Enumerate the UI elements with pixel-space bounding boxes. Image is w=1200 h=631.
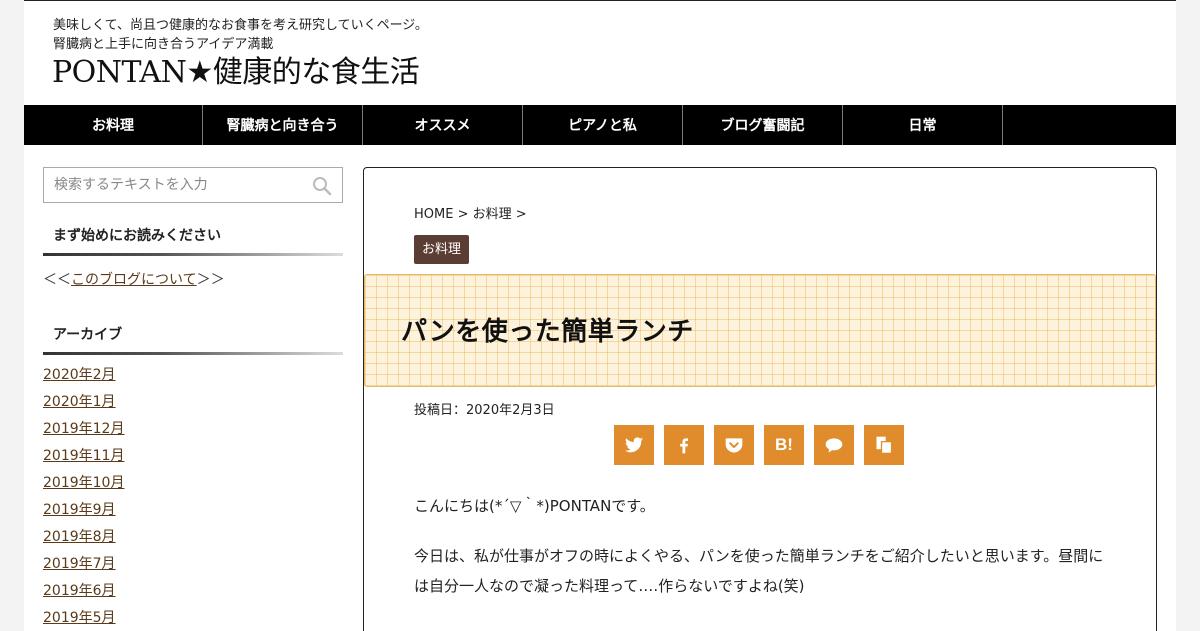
share-hatena-button[interactable]: B!	[764, 425, 804, 465]
facebook-icon	[680, 438, 688, 454]
search-box	[43, 167, 343, 203]
archive-item: 2019年8月	[43, 527, 124, 554]
twitter-icon	[624, 437, 644, 453]
breadcrumb-separator: >	[453, 207, 473, 222]
widget-title-read-first: まず始めにお読みください	[53, 228, 221, 244]
pocket-icon	[725, 438, 743, 453]
archive-item: 2019年10月	[43, 473, 124, 500]
hatena-icon: B!	[775, 435, 793, 454]
about-blog-link[interactable]: このブログについて	[71, 272, 197, 288]
archive-item: 2019年6月	[43, 581, 124, 608]
archive-item: 2019年7月	[43, 554, 124, 581]
about-prefix: ＜＜	[43, 272, 71, 288]
nav-item-daily[interactable]: 日常	[843, 105, 1003, 145]
archive-item: 2019年9月	[43, 500, 124, 527]
search-input[interactable]	[44, 168, 326, 202]
archive-list: 2020年2月 2020年1月 2019年12月 2019年11月 2019年1…	[43, 365, 124, 631]
archive-link[interactable]: 2020年1月	[43, 394, 116, 410]
article-card: HOME > お料理 > お料理 パンを使った簡単ランチ 投稿日：2020年2月…	[363, 167, 1157, 631]
site-tagline: 美味しくて、尚且つ健康的なお食事を考え研究していくページ。	[53, 18, 428, 33]
about-blog-line: ＜＜このブログについて＞＞	[43, 269, 225, 289]
breadcrumb: HOME > お料理 >	[414, 203, 527, 222]
article-paragraph: こんにちは(*´▽｀*)PONTANです。	[414, 497, 655, 515]
site-title[interactable]: PONTAN★健康的な食生活	[52, 53, 420, 93]
page: 美味しくて、尚且つ健康的なお食事を考え研究していくページ。 腎臓病と上手に向き合…	[24, 0, 1176, 631]
nav-item-cooking[interactable]: お料理	[24, 105, 203, 145]
site-subtagline: 腎臓病と上手に向き合うアイデア満載	[53, 37, 274, 52]
archive-link[interactable]: 2019年11月	[43, 448, 124, 464]
archive-item: 2020年2月	[43, 365, 124, 392]
archive-link[interactable]: 2019年12月	[43, 421, 124, 437]
archive-link[interactable]: 2019年10月	[43, 475, 124, 491]
archive-link[interactable]: 2019年9月	[43, 502, 116, 518]
post-title: パンを使った簡単ランチ	[401, 317, 694, 347]
archive-item: 2019年12月	[43, 419, 124, 446]
archive-link[interactable]: 2019年7月	[43, 556, 116, 572]
site-header: 美味しくて、尚且つ健康的なお食事を考え研究していくページ。 腎臓病と上手に向き合…	[24, 1, 1176, 105]
archive-link[interactable]: 2019年5月	[43, 610, 116, 626]
widget-divider	[43, 352, 343, 355]
post-date: 投稿日：2020年2月3日	[414, 403, 555, 418]
share-pocket-button[interactable]	[714, 425, 754, 465]
about-suffix: ＞＞	[196, 272, 225, 288]
share-twitter-button[interactable]	[614, 425, 654, 465]
share-line-button[interactable]	[814, 425, 854, 465]
category-badge[interactable]: お料理	[414, 235, 470, 264]
line-icon	[825, 438, 843, 453]
breadcrumb-home[interactable]: HOME	[414, 207, 453, 222]
widget-divider	[43, 253, 343, 256]
archive-link[interactable]: 2020年2月	[43, 367, 116, 383]
share-copy-button[interactable]	[864, 425, 904, 465]
share-facebook-button[interactable]	[664, 425, 704, 465]
nav-item-kidney[interactable]: 腎臓病と向き合う	[203, 105, 363, 145]
nav-item-recommend[interactable]: オススメ	[363, 105, 523, 145]
search-icon[interactable]	[312, 176, 332, 196]
breadcrumb-category[interactable]: お料理	[473, 207, 512, 222]
widget-title-archive: アーカイブ	[53, 327, 123, 343]
share-buttons: B!	[614, 425, 904, 465]
nav-item-blog-diary[interactable]: ブログ奮闘記	[683, 105, 843, 145]
copy-icon	[876, 436, 893, 454]
nav-item-piano[interactable]: ピアノと私	[523, 105, 683, 145]
archive-item: 2020年1月	[43, 392, 124, 419]
article-paragraph: 今日は、私が仕事がオフの時によくやる、パンを使った簡単ランチをご紹介したいと思い…	[414, 547, 1104, 595]
breadcrumb-separator: >	[511, 207, 527, 222]
archive-link[interactable]: 2019年6月	[43, 583, 116, 599]
global-nav: お料理 腎臓病と向き合う オススメ ピアノと私 ブログ奮闘記 日常	[24, 105, 1176, 145]
archive-item: 2019年11月	[43, 446, 124, 473]
title-banner: パンを使った簡単ランチ	[364, 274, 1156, 387]
archive-item: 2019年5月	[43, 608, 124, 631]
archive-link[interactable]: 2019年8月	[43, 529, 116, 545]
